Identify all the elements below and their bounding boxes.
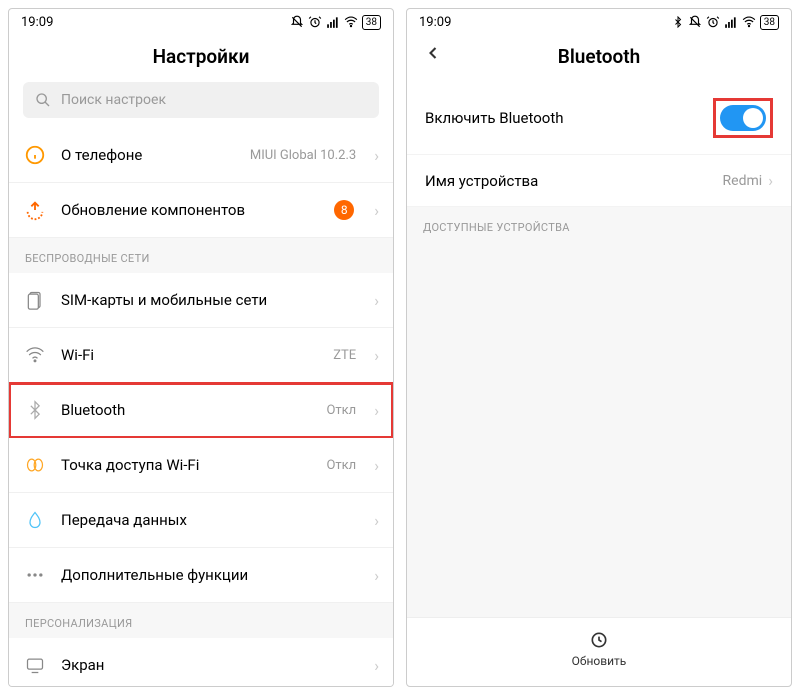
chevron-right-icon: › <box>374 346 379 365</box>
search-placeholder: Поиск настроек <box>61 92 166 108</box>
signal-icon <box>326 15 340 29</box>
hotspot-item[interactable]: Точка доступа Wi-Fi Откл › <box>9 438 393 493</box>
wifi-item[interactable]: Wi-Fi ZTE › <box>9 328 393 383</box>
device-name-row[interactable]: Имя устройства Redmi › <box>407 155 791 207</box>
personalization-section-header: ПЕРСОНАЛИЗАЦИЯ <box>9 603 393 638</box>
more-item[interactable]: Дополнительные функции › <box>9 548 393 603</box>
hotspot-icon <box>23 453 47 477</box>
item-label: Экран <box>61 656 360 674</box>
wifi-icon <box>344 15 358 29</box>
chevron-right-icon: › <box>374 656 379 675</box>
device-name-value: Redmi <box>723 173 763 189</box>
mute-icon <box>290 15 304 29</box>
about-phone-item[interactable]: О телефоне MIUI Global 10.2.3 › <box>9 128 393 183</box>
wireless-section-header: БЕСПРОВОДНЫЕ СЕТИ <box>9 238 393 273</box>
update-item[interactable]: Обновление компонентов 8 › <box>9 183 393 238</box>
page-title: Bluetooth <box>407 35 791 82</box>
device-name-label: Имя устройства <box>425 172 538 190</box>
battery-indicator: 38 <box>362 15 381 30</box>
toggle-highlight <box>713 98 773 138</box>
status-time: 19:09 <box>21 15 53 30</box>
item-label: Передача данных <box>61 511 360 529</box>
bluetooth-toggle[interactable] <box>720 105 766 131</box>
status-icons: 38 <box>290 15 381 30</box>
signal-icon <box>724 15 738 29</box>
item-label: Bluetooth <box>61 401 312 419</box>
battery-indicator: 38 <box>760 15 779 30</box>
item-value: Откл <box>326 458 356 473</box>
update-icon <box>23 198 47 222</box>
enable-bluetooth-label: Включить Bluetooth <box>425 109 564 127</box>
sim-icon <box>23 288 47 312</box>
item-label: SIM-карты и мобильные сети <box>61 291 360 309</box>
settings-screen: 19:09 38 Настройки Поиск настроек <box>8 8 394 687</box>
chevron-right-icon: › <box>374 146 379 165</box>
available-devices-list <box>407 242 791 617</box>
item-label: Обновление компонентов <box>61 201 320 219</box>
sim-item[interactable]: SIM-карты и мобильные сети › <box>9 273 393 328</box>
chevron-right-icon: › <box>374 566 379 585</box>
wifi-icon <box>23 343 47 367</box>
chevron-right-icon: › <box>768 171 773 190</box>
item-label: Wi-Fi <box>61 346 319 364</box>
status-bar: 19:09 38 <box>9 9 393 35</box>
chevron-right-icon: › <box>374 291 379 310</box>
status-time: 19:09 <box>419 15 451 30</box>
search-input[interactable]: Поиск настроек <box>23 82 379 118</box>
update-badge: 8 <box>334 200 354 220</box>
mute-icon <box>688 15 702 29</box>
chevron-right-icon: › <box>374 401 379 420</box>
chevron-right-icon: › <box>374 511 379 530</box>
bluetooth-icon <box>23 398 47 422</box>
refresh-label: Обновить <box>572 654 627 668</box>
chevron-right-icon: › <box>374 201 379 220</box>
enable-bluetooth-row: Включить Bluetooth <box>407 82 791 155</box>
more-icon <box>23 563 47 587</box>
chevron-right-icon: › <box>374 456 379 475</box>
available-devices-header: ДОСТУПНЫЕ УСТРОЙСТВА <box>407 207 791 242</box>
search-icon <box>35 92 51 108</box>
refresh-icon <box>589 630 609 650</box>
back-button[interactable] <box>423 43 443 63</box>
item-value: Откл <box>326 403 356 418</box>
item-label: Дополнительные функции <box>61 566 360 584</box>
alarm-icon <box>308 15 322 29</box>
display-icon <box>23 653 47 677</box>
refresh-button[interactable]: Обновить <box>407 617 791 686</box>
item-label: О телефоне <box>61 146 236 164</box>
status-bar: 19:09 38 <box>407 9 791 35</box>
page-title: Настройки <box>9 35 393 82</box>
data-icon <box>23 508 47 532</box>
bluetooth-screen: 19:09 38 Bluetooth Включить Bl <box>406 8 792 687</box>
settings-list[interactable]: О телефоне MIUI Global 10.2.3 › Обновлен… <box>9 128 393 686</box>
item-label: Точка доступа Wi-Fi <box>61 456 312 474</box>
data-usage-item[interactable]: Передача данных › <box>9 493 393 548</box>
bluetooth-status-icon <box>672 16 684 28</box>
alarm-icon <box>706 15 720 29</box>
item-value: MIUI Global 10.2.3 <box>250 148 356 163</box>
item-value: ZTE <box>333 348 356 363</box>
info-icon <box>23 143 47 167</box>
bluetooth-item[interactable]: Bluetooth Откл › <box>9 383 393 438</box>
status-icons: 38 <box>672 15 779 30</box>
display-item[interactable]: Экран › <box>9 638 393 686</box>
title-text: Bluetooth <box>558 45 640 68</box>
wifi-icon <box>742 15 756 29</box>
